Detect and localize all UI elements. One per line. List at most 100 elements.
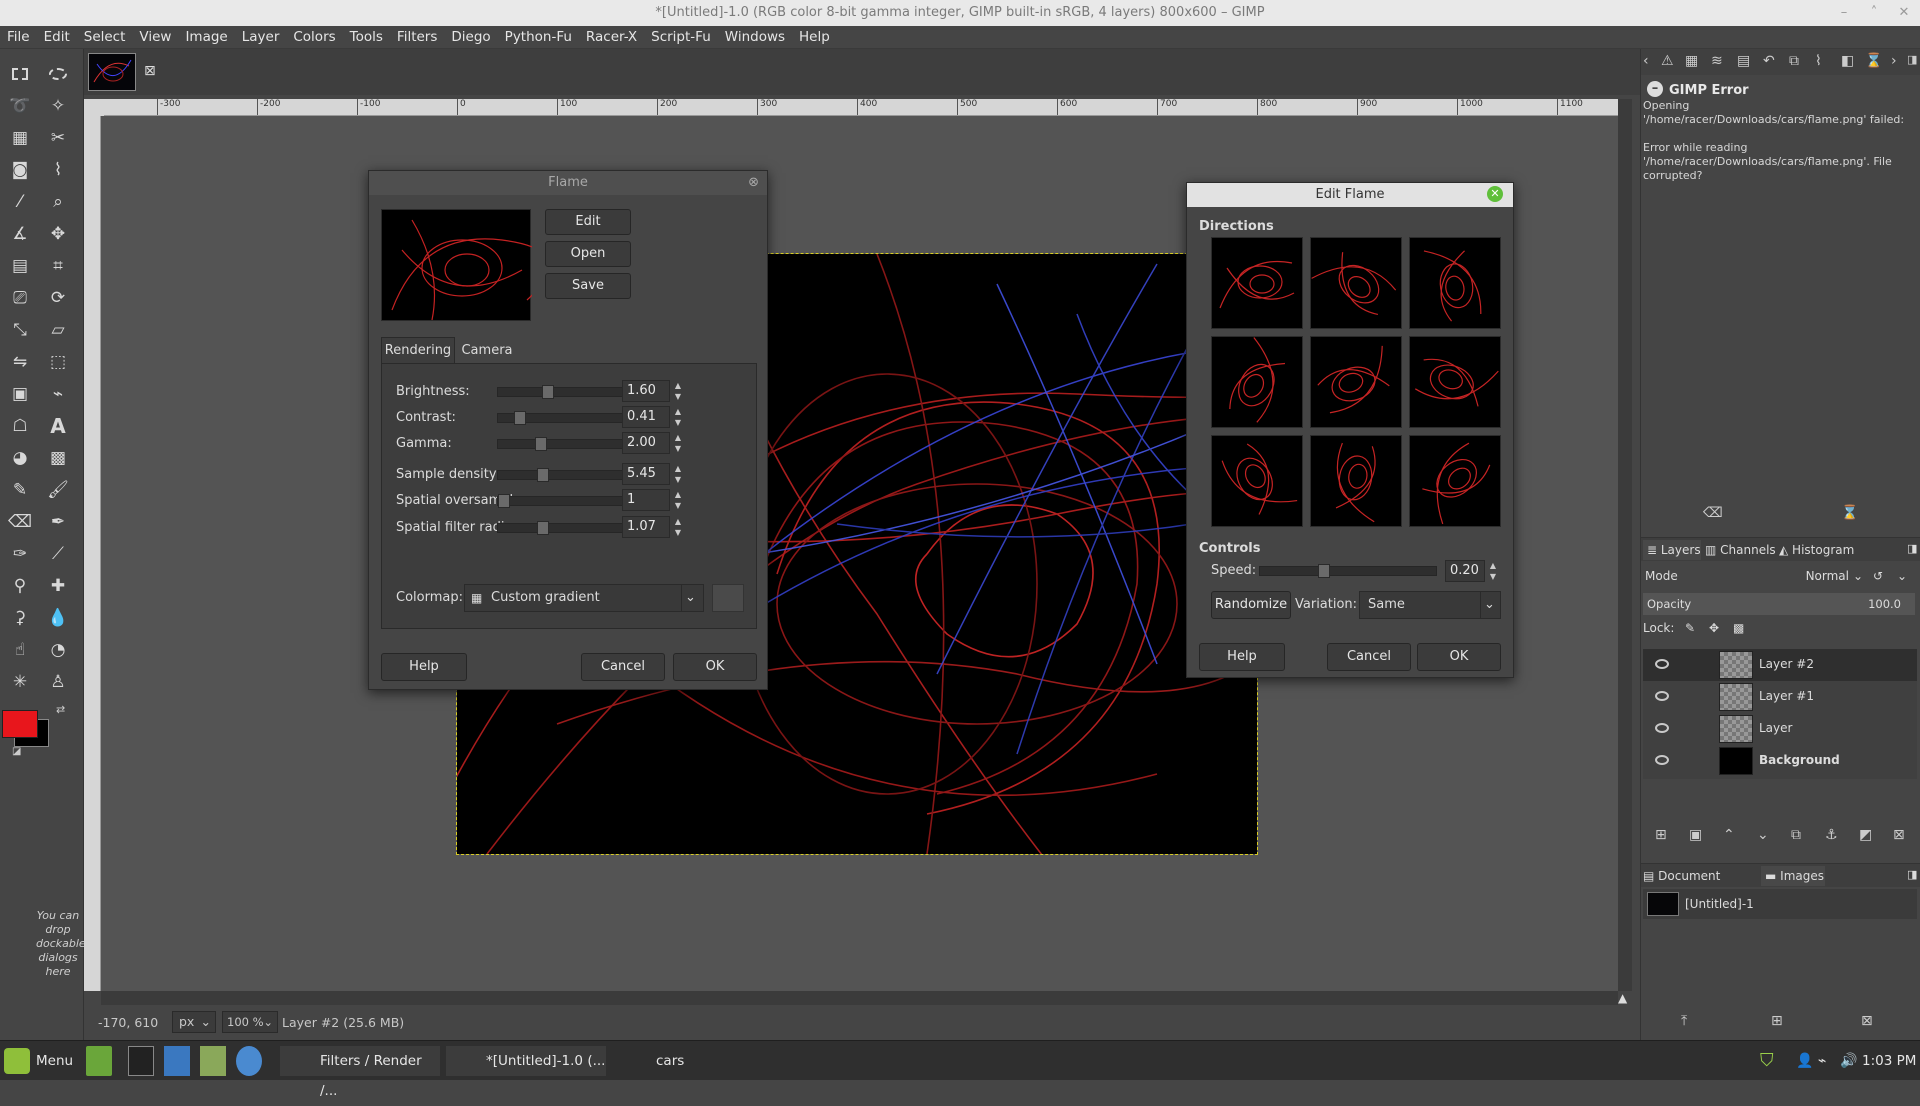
- paths-icon[interactable]: ⌇: [1815, 53, 1822, 69]
- param-value[interactable]: 2.00: [622, 432, 670, 454]
- new-group-icon[interactable]: ▣: [1689, 827, 1702, 843]
- warning-icon[interactable]: ⚠: [1661, 53, 1674, 69]
- network-icon[interactable]: ⌁: [1818, 1046, 1836, 1076]
- tab-layers[interactable]: ≣ Layers: [1643, 540, 1701, 560]
- scissors-icon[interactable]: ✂: [46, 126, 70, 150]
- layer-stack-icon[interactable]: ⧉: [1789, 53, 1799, 69]
- spin-arrows-icon[interactable]: ▲ ▼: [672, 380, 684, 402]
- heal-icon[interactable]: ✚: [46, 574, 70, 598]
- task-filters-render[interactable]: Filters / Render /...: [280, 1046, 440, 1099]
- swap-colors-icon[interactable]: ⇄: [56, 703, 65, 716]
- direction-thumbnail[interactable]: [1310, 237, 1402, 329]
- device-icon[interactable]: ⌛: [1865, 53, 1882, 69]
- param-slider-knob[interactable]: [537, 468, 549, 482]
- visibility-eye-icon[interactable]: [1655, 755, 1669, 765]
- foreground-color-swatch[interactable]: [2, 710, 38, 738]
- spin-arrows-icon[interactable]: ▲ ▼: [672, 406, 684, 428]
- visibility-eye-icon[interactable]: [1655, 659, 1669, 669]
- reset-mode-icon[interactable]: ↺: [1873, 565, 1883, 587]
- puppet-icon[interactable]: ♙: [46, 670, 70, 694]
- menu-file[interactable]: File: [0, 26, 37, 49]
- paintbrush-icon[interactable]: 🖌: [46, 478, 70, 502]
- lock-alpha-icon[interactable]: ▩: [1733, 621, 1744, 635]
- param-slider-knob[interactable]: [535, 437, 547, 451]
- lock-position-icon[interactable]: ✥: [1709, 621, 1719, 635]
- direction-thumbnail[interactable]: [1310, 336, 1402, 428]
- bucket-fill-icon[interactable]: ◕: [8, 446, 32, 470]
- dock-menu-icon[interactable]: ◨: [1907, 868, 1917, 881]
- edit-button[interactable]: Edit: [545, 209, 631, 235]
- help-button[interactable]: Help: [381, 653, 467, 681]
- files-icon[interactable]: [200, 1046, 226, 1076]
- direction-thumbnail[interactable]: [1211, 237, 1303, 329]
- mypaint-brush-icon[interactable]: ⟋: [46, 542, 70, 566]
- start-menu-button[interactable]: Menu: [4, 1046, 76, 1076]
- close-icon[interactable]: ⊗: [748, 175, 759, 190]
- ellipse-select-icon[interactable]: [46, 62, 70, 86]
- paths-icon[interactable]: ⌇: [46, 158, 70, 182]
- menu-python-fu[interactable]: Python-Fu: [498, 26, 579, 49]
- spin-arrows-icon[interactable]: ▲ ▼: [672, 516, 684, 538]
- horizontal-scrollbar[interactable]: [101, 991, 1618, 1005]
- warp-transform-icon[interactable]: ⌁: [46, 382, 70, 406]
- ink-icon[interactable]: ✑: [8, 542, 32, 566]
- menu-view[interactable]: View: [132, 26, 178, 49]
- vertical-scrollbar[interactable]: [1618, 99, 1632, 991]
- spin-arrows-icon[interactable]: ▲ ▼: [672, 432, 684, 454]
- raise-image-icon[interactable]: ⤒: [1681, 1013, 1687, 1029]
- param-value[interactable]: 1: [622, 489, 670, 511]
- dock-menu-icon[interactable]: ◨: [1907, 542, 1917, 555]
- spin-arrows-icon[interactable]: ▲ ▼: [672, 489, 684, 511]
- speed-slider[interactable]: [1259, 564, 1437, 578]
- param-value[interactable]: 0.41: [622, 406, 670, 428]
- tab-document-history[interactable]: ▤ Document History: [1643, 866, 1759, 903]
- flip-icon[interactable]: ⇋: [8, 350, 32, 374]
- menu-diego[interactable]: Diego: [444, 26, 497, 49]
- visibility-eye-icon[interactable]: [1655, 691, 1669, 701]
- terminal-icon[interactable]: [128, 1046, 154, 1076]
- opacity-slider[interactable]: Opacity 100.0: [1643, 593, 1915, 615]
- menu-windows[interactable]: Windows: [718, 26, 792, 49]
- menu-colors[interactable]: Colors: [286, 26, 342, 49]
- menu-help[interactable]: Help: [792, 26, 837, 49]
- colormap-select[interactable]: ▦ Custom gradient ⌄: [464, 584, 704, 612]
- clear-errors-icon[interactable]: ⌫: [1703, 505, 1723, 521]
- task-cars[interactable]: cars: [616, 1046, 766, 1076]
- maximize-icon[interactable]: ˄: [1860, 0, 1888, 26]
- param-slider-knob[interactable]: [514, 411, 526, 425]
- foreground-select-icon[interactable]: ◙: [8, 158, 32, 182]
- visibility-eye-icon[interactable]: [1655, 723, 1669, 733]
- volume-icon[interactable]: 🔊: [1840, 1046, 1858, 1076]
- variation-select[interactable]: Same ⌄: [1359, 591, 1501, 619]
- help-button[interactable]: Help: [1199, 643, 1285, 671]
- tab-images[interactable]: ▬ Images: [1761, 866, 1825, 886]
- menu-filters[interactable]: Filters: [390, 26, 444, 49]
- crop-icon[interactable]: ⌗: [46, 254, 70, 278]
- dodge-burn-icon[interactable]: ◔: [46, 638, 70, 662]
- param-value[interactable]: 1.07: [622, 516, 670, 538]
- anchor-layer-icon[interactable]: ⚓: [1825, 827, 1838, 843]
- direction-thumbnail[interactable]: [1310, 435, 1402, 527]
- menu-script-fu[interactable]: Script-Fu: [644, 26, 718, 49]
- rotate-icon[interactable]: ⟳: [46, 286, 70, 310]
- close-tab-icon[interactable]: ⊠: [144, 63, 156, 79]
- brushes-icon[interactable]: ≋: [1711, 53, 1723, 69]
- lower-layer-icon[interactable]: ⌄: [1757, 827, 1769, 843]
- layer-row[interactable]: Layer: [1643, 713, 1917, 745]
- system-monitor-icon[interactable]: [164, 1046, 190, 1076]
- handle-transform-icon[interactable]: ☖: [8, 414, 32, 438]
- param-slider-knob[interactable]: [542, 385, 554, 399]
- tab-histogram[interactable]: ◭ Histogram: [1779, 540, 1859, 560]
- cancel-button[interactable]: Cancel: [581, 653, 665, 681]
- color-picker-icon[interactable]: ⁄: [8, 190, 32, 214]
- unit-select[interactable]: px ⌄: [172, 1011, 216, 1033]
- mask-layer-icon[interactable]: ◩: [1859, 827, 1872, 843]
- direction-thumbnail[interactable]: [1409, 435, 1501, 527]
- layer-row[interactable]: Background: [1643, 745, 1917, 777]
- ok-button[interactable]: OK: [1417, 643, 1501, 671]
- task-gimp[interactable]: *[Untitled]-1.0 (...: [446, 1046, 606, 1076]
- lasso-icon[interactable]: ➰: [8, 94, 32, 118]
- zoom-select[interactable]: 100 % ⌄: [222, 1011, 278, 1033]
- blur-icon[interactable]: 💧: [46, 606, 70, 630]
- menu-edit[interactable]: Edit: [37, 26, 77, 49]
